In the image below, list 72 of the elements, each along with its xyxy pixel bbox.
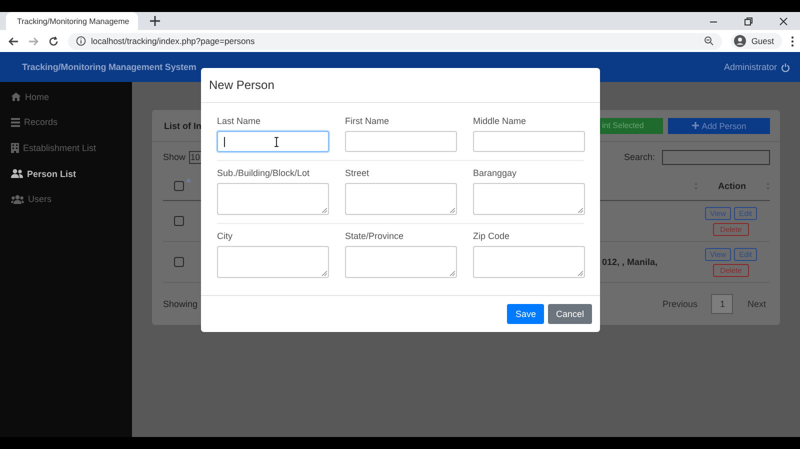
info-icon — [76, 36, 86, 46]
reload-icon[interactable] — [48, 36, 59, 46]
app-title: Tracking/Monitoring Management System — [22, 62, 196, 72]
text-cursor-icon — [274, 137, 279, 147]
card-title: List of In — [164, 120, 202, 130]
address-bar[interactable]: localhost/tracking/index.php?page=persons — [68, 32, 722, 50]
users-icon — [11, 169, 23, 178]
resize-grip-icon[interactable] — [450, 208, 455, 213]
field-label: Last Name — [217, 116, 262, 126]
sidebar-item[interactable]: Home — [0, 84, 132, 110]
dialog-title: New Person — [209, 78, 274, 92]
add-person-button[interactable]: Add Person — [668, 118, 770, 134]
save-button[interactable]: Save — [507, 304, 544, 324]
resize-grip-icon[interactable] — [322, 208, 327, 213]
text-area[interactable] — [217, 246, 329, 278]
resize-grip-icon[interactable] — [322, 271, 327, 276]
sidebar-item[interactable]: Person List — [0, 160, 132, 186]
back-arrow-icon[interactable] — [8, 36, 19, 46]
field-label: Sub./Building/Block/Lot — [217, 168, 311, 178]
print-selected-button[interactable]: int Selected — [599, 118, 663, 134]
select-all-checkbox[interactable] — [174, 181, 184, 191]
text-area[interactable] — [217, 183, 329, 215]
search-field[interactable] — [662, 150, 770, 164]
input-field[interactable] — [345, 131, 457, 152]
restore-icon[interactable] — [744, 16, 753, 26]
sidebar-item[interactable]: Establishment List — [0, 135, 132, 161]
sidebar-item[interactable]: Records — [0, 110, 132, 136]
input-field[interactable] — [473, 131, 585, 152]
table-info: Showing — [163, 299, 198, 309]
field-label: City — [217, 231, 234, 241]
person-icon — [734, 35, 746, 47]
sidebar-item[interactable]: Users — [0, 186, 132, 212]
show-label: Show — [163, 152, 186, 162]
resize-grip-icon[interactable] — [450, 271, 455, 276]
pagination-button[interactable]: Next — [743, 299, 770, 309]
row-checkbox[interactable] — [174, 257, 184, 267]
browser-tab[interactable]: Tracking/Monitoring Manageme — [6, 12, 138, 30]
plus-icon — [692, 122, 699, 129]
tab-title: Tracking/Monitoring Manageme — [17, 16, 130, 26]
building-icon — [11, 142, 19, 153]
menu-icon[interactable] — [791, 36, 794, 46]
text-area[interactable] — [473, 246, 585, 278]
new-tab-icon[interactable] — [150, 16, 160, 26]
resize-grip-icon[interactable] — [578, 271, 583, 276]
field-label: Middle Name — [473, 116, 528, 126]
text-area[interactable] — [473, 183, 585, 215]
power-icon[interactable] — [781, 62, 790, 72]
home-icon — [11, 92, 21, 102]
user-name[interactable]: Administrator — [724, 62, 777, 72]
pagination-button[interactable]: 1 — [711, 294, 734, 314]
zoom-icon[interactable] — [704, 36, 714, 46]
field-label: State/Province — [345, 231, 405, 241]
search-label: Search: — [624, 152, 655, 162]
url-text: localhost/tracking/index.php?page=persons — [91, 36, 255, 46]
close-icon[interactable] — [779, 16, 788, 26]
input-field[interactable] — [217, 131, 329, 152]
forward-arrow-icon[interactable] — [28, 36, 39, 46]
column-header: Action — [717, 181, 747, 191]
cancel-button[interactable]: Cancel — [548, 304, 592, 324]
table-cell-text: 012, , Manila, — [602, 257, 659, 267]
resize-grip-icon[interactable] — [578, 208, 583, 213]
list-icon — [11, 118, 20, 127]
row-checkbox[interactable] — [174, 216, 184, 226]
field-label: Baranggay — [473, 168, 518, 178]
field-label: Zip Code — [473, 231, 511, 241]
field-label: Street — [345, 168, 370, 178]
text-area[interactable] — [345, 246, 457, 278]
profile-button[interactable]: Guest — [731, 33, 782, 49]
pagination-button[interactable]: Previous — [658, 299, 702, 309]
field-label: First Name — [345, 116, 390, 126]
text-area[interactable] — [345, 183, 457, 215]
group-icon — [11, 194, 24, 204]
